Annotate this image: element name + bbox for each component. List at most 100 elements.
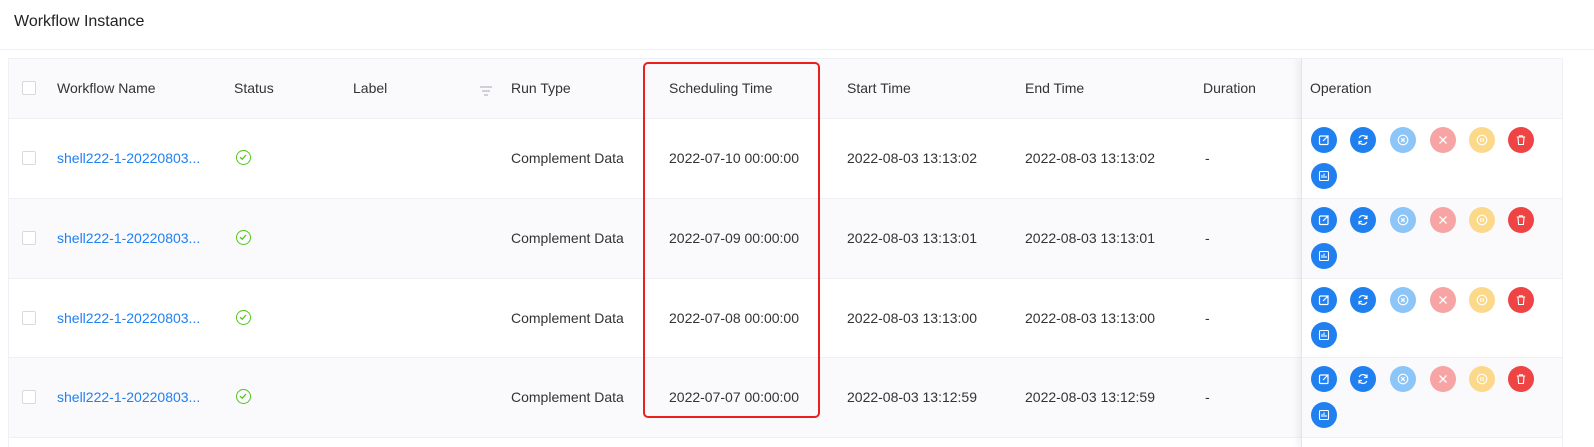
gantt-icon	[1318, 329, 1330, 341]
row-checkbox[interactable]	[22, 311, 36, 325]
pause-button[interactable]	[1469, 287, 1495, 313]
rerun-icon	[1358, 373, 1368, 385]
run-type-cell: Complement Data	[511, 389, 624, 405]
column-header-workflow-name[interactable]: Workflow Name	[57, 80, 156, 96]
rerun-button[interactable]	[1350, 366, 1376, 392]
scheduling-time-cell: 2022-07-07 00:00:00	[669, 389, 799, 405]
delete-button[interactable]	[1508, 287, 1534, 313]
column-header-scheduling-time: Scheduling Time	[669, 80, 773, 96]
duration-cell: -	[1205, 230, 1210, 246]
pause-button[interactable]	[1469, 127, 1495, 153]
delete-icon	[1516, 135, 1526, 146]
delete-button[interactable]	[1508, 366, 1534, 392]
pause-button[interactable]	[1469, 207, 1495, 233]
end-time-cell: 2022-08-03 13:13:00	[1025, 310, 1155, 326]
select-all-checkbox[interactable]	[22, 81, 36, 95]
column-header-end-time: End Time	[1025, 80, 1085, 96]
gantt-button[interactable]	[1311, 322, 1337, 348]
stop-icon	[1439, 136, 1447, 144]
run-type-cell: Complement Data	[511, 310, 624, 326]
recovery-failed-icon	[1397, 294, 1409, 306]
edit-icon	[1318, 295, 1329, 306]
edit-button[interactable]	[1311, 287, 1337, 313]
stop-button[interactable]	[1430, 287, 1456, 313]
run-type-cell: Complement Data	[511, 150, 624, 166]
gantt-button[interactable]	[1311, 243, 1337, 269]
gantt-icon	[1318, 250, 1330, 262]
recovery-failed-icon	[1397, 134, 1409, 146]
stop-button[interactable]	[1430, 207, 1456, 233]
rerun-icon	[1358, 294, 1368, 306]
workflow-name-link[interactable]: shell222-1-20220803...	[57, 230, 200, 246]
success-status-icon	[236, 389, 251, 404]
gantt-icon	[1318, 170, 1330, 182]
end-time-cell: 2022-08-03 13:12:59	[1025, 389, 1155, 405]
recovery-failed-icon	[1397, 373, 1409, 385]
delete-button[interactable]	[1508, 127, 1534, 153]
column-header-status: Status	[234, 80, 274, 96]
row-checkbox[interactable]	[22, 390, 36, 404]
filter-icon[interactable]	[480, 83, 492, 101]
gantt-button[interactable]	[1311, 163, 1337, 189]
row-checkbox[interactable]	[22, 231, 36, 245]
workflow-name-link[interactable]: shell222-1-20220803...	[57, 389, 200, 405]
rerun-button[interactable]	[1350, 287, 1376, 313]
delete-icon	[1516, 374, 1526, 385]
recovery-failed-button[interactable]	[1390, 287, 1416, 313]
stop-icon	[1439, 216, 1447, 224]
delete-button[interactable]	[1508, 207, 1534, 233]
run-type-cell: Complement Data	[511, 230, 624, 246]
workflow-instance-table: Workflow Name Status Label Run Type Sche…	[8, 58, 1563, 447]
column-header-start-time: Start Time	[847, 80, 911, 96]
scheduling-time-cell: 2022-07-10 00:00:00	[669, 150, 799, 166]
delete-icon	[1516, 295, 1526, 306]
edit-button[interactable]	[1311, 366, 1337, 392]
rerun-button[interactable]	[1350, 207, 1376, 233]
recovery-failed-button[interactable]	[1390, 366, 1416, 392]
row-checkbox[interactable]	[22, 151, 36, 165]
gantt-button[interactable]	[1311, 402, 1337, 428]
pause-icon	[1476, 294, 1488, 306]
stop-button[interactable]	[1430, 366, 1456, 392]
stop-icon	[1439, 375, 1447, 383]
edit-icon	[1318, 215, 1329, 226]
operation-column	[1301, 59, 1562, 447]
recovery-failed-icon	[1397, 214, 1409, 226]
page-title: Workflow Instance	[14, 13, 145, 30]
pause-button[interactable]	[1469, 366, 1495, 392]
stop-button[interactable]	[1430, 127, 1456, 153]
delete-icon	[1516, 215, 1526, 226]
column-header-label: Label	[353, 80, 388, 96]
rerun-button[interactable]	[1350, 127, 1376, 153]
end-time-cell: 2022-08-03 13:13:02	[1025, 150, 1155, 166]
rerun-icon	[1358, 134, 1368, 146]
scheduling-time-cell: 2022-07-08 00:00:00	[669, 310, 799, 326]
success-status-icon	[236, 230, 251, 245]
gantt-icon	[1318, 409, 1330, 421]
duration-cell: -	[1205, 150, 1210, 166]
pause-icon	[1476, 373, 1488, 385]
workflow-name-link[interactable]: shell222-1-20220803...	[57, 150, 200, 166]
edit-button[interactable]	[1311, 127, 1337, 153]
title-divider	[0, 49, 1594, 50]
column-header-duration: Duration	[1203, 80, 1256, 96]
stop-icon	[1439, 296, 1447, 304]
end-time-cell: 2022-08-03 13:13:01	[1025, 230, 1155, 246]
success-status-icon	[236, 150, 251, 165]
recovery-failed-button[interactable]	[1390, 127, 1416, 153]
scheduling-time-cell: 2022-07-09 00:00:00	[669, 230, 799, 246]
recovery-failed-button[interactable]	[1390, 207, 1416, 233]
duration-cell: -	[1205, 389, 1210, 405]
pause-icon	[1476, 214, 1488, 226]
start-time-cell: 2022-08-03 13:13:02	[847, 150, 977, 166]
column-header-run-type: Run Type	[511, 80, 571, 96]
start-time-cell: 2022-08-03 13:13:01	[847, 230, 977, 246]
edit-button[interactable]	[1311, 207, 1337, 233]
duration-cell: -	[1205, 310, 1210, 326]
start-time-cell: 2022-08-03 13:12:59	[847, 389, 977, 405]
workflow-name-link[interactable]: shell222-1-20220803...	[57, 310, 200, 326]
start-time-cell: 2022-08-03 13:13:00	[847, 310, 977, 326]
success-status-icon	[236, 310, 251, 325]
pause-icon	[1476, 134, 1488, 146]
edit-icon	[1318, 135, 1329, 146]
